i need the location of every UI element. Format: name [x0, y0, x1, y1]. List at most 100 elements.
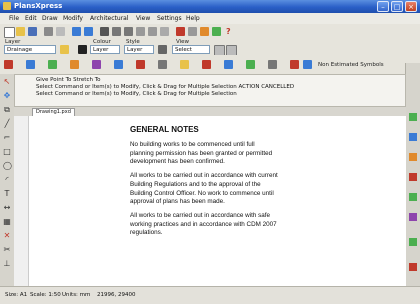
snap-toolbar: Non Estimated Symbols — [0, 55, 420, 75]
window-symbol-icon[interactable] — [409, 113, 417, 121]
title-bar: PlansXpress – □ × — [0, 0, 420, 13]
notes-paragraph: All works to be carried out in accordanc… — [130, 172, 278, 206]
undo-icon[interactable] — [72, 27, 81, 36]
circle-icon[interactable]: ◯ — [3, 162, 12, 170]
snap-centre-icon[interactable] — [70, 60, 79, 69]
snap-endpoint-icon[interactable] — [4, 60, 13, 69]
draw-toolbar: ↖ ✥ ⧉ ╱ ⌐ □ ◯ ◜ T ↔ ▦ ✕ ✂ ⊥ — [0, 74, 15, 286]
wall-symbol-icon[interactable] — [409, 153, 417, 161]
menu-view[interactable]: View — [136, 15, 150, 22]
zoom-in-icon[interactable] — [112, 27, 121, 36]
roof-symbol-icon[interactable] — [409, 193, 417, 201]
window-title: PlansXpress — [14, 2, 63, 10]
rectangle-icon[interactable]: □ — [3, 148, 11, 156]
notes-paragraph: All works to be carried out in accordanc… — [130, 211, 277, 237]
properties-icon[interactable] — [200, 27, 209, 36]
menu-file[interactable]: File — [9, 15, 19, 22]
stretch-icon[interactable]: ↖ — [3, 78, 11, 86]
drainage-symbol-icon[interactable] — [409, 213, 417, 221]
app-window: PlansXpress – □ × File Edit Draw Modify … — [0, 0, 420, 304]
arc-icon[interactable]: ◜ — [3, 176, 11, 184]
measure-icon[interactable]: ⊥ — [3, 260, 11, 268]
colour-swatch-icon[interactable] — [78, 45, 87, 54]
snap-extension-icon[interactable] — [246, 60, 255, 69]
redo-icon[interactable] — [84, 27, 93, 36]
move-icon[interactable]: ✥ — [3, 92, 11, 100]
zoom-previous-icon[interactable] — [160, 27, 169, 36]
status-scale: Scale: 1:50 — [30, 292, 61, 298]
new-file-icon[interactable] — [4, 27, 15, 38]
settings-icon[interactable] — [212, 27, 221, 36]
help-icon[interactable]: ? — [226, 27, 235, 36]
zoom-window-icon[interactable] — [136, 27, 145, 36]
text-icon[interactable]: T — [3, 190, 11, 198]
minimize-button[interactable]: – — [377, 1, 389, 12]
general-notes-block: GENERAL NOTES No building works to be co… — [130, 125, 280, 243]
snap-quadrant-icon[interactable] — [180, 60, 189, 69]
view-select[interactable]: Select View... — [172, 45, 210, 61]
stair-symbol-icon[interactable] — [409, 173, 417, 181]
zoom-extents-icon[interactable] — [148, 27, 157, 36]
status-bar: Size: A1 Scale: 1:50 Units: mm 21996, 29… — [0, 286, 420, 304]
snap-tangent-icon[interactable] — [114, 60, 123, 69]
colour-select[interactable]: Layer — [90, 45, 120, 54]
polyline-icon[interactable]: ⌐ — [3, 134, 11, 142]
pan-icon[interactable] — [100, 27, 109, 36]
open-folder-icon[interactable] — [16, 27, 25, 36]
standard-toolbar: ? — [0, 24, 420, 39]
dimension-icon[interactable]: ↔ — [3, 204, 11, 212]
snap-insert-icon[interactable] — [224, 60, 233, 69]
snap-intersection-icon[interactable] — [48, 60, 57, 69]
snap-perpendicular-icon[interactable] — [92, 60, 101, 69]
trim-icon[interactable]: ✂ — [3, 246, 11, 254]
notes-paragraph: No building works to be commenced until … — [130, 141, 273, 166]
menu-architectural[interactable]: Architectural — [90, 15, 129, 22]
snap-settings-icon[interactable] — [303, 60, 312, 69]
snap-midpoint-icon[interactable] — [26, 60, 35, 69]
command-line-3: Select Command or Item(s) to Modify, Cli… — [36, 91, 237, 97]
close-button[interactable]: × — [405, 1, 417, 12]
snap-node-icon[interactable] — [202, 60, 211, 69]
vertical-ruler — [14, 116, 29, 286]
menu-edit[interactable]: Edit — [25, 15, 37, 22]
copy-icon[interactable]: ⧉ — [3, 106, 11, 114]
layer-select[interactable]: Drainage — [4, 45, 56, 54]
document-tabs: Drawing1.pxd — [14, 107, 406, 117]
style-select[interactable]: Layer — [124, 45, 154, 54]
erase-icon[interactable]: ✕ — [3, 232, 11, 240]
menu-help[interactable]: Help — [186, 15, 200, 22]
delete-icon[interactable] — [176, 27, 185, 36]
snap-parallel-icon[interactable] — [268, 60, 277, 69]
menu-bar: File Edit Draw Modify Architectural View… — [0, 13, 420, 24]
maximize-button[interactable]: □ — [391, 1, 403, 12]
command-line-2: Select Command or Item(s) to Modify, Cli… — [36, 84, 295, 90]
electrical-symbol-icon[interactable] — [409, 238, 417, 246]
layer-manager-icon[interactable] — [60, 45, 69, 54]
line-icon[interactable]: ╱ — [3, 120, 11, 128]
hatch-icon[interactable]: ▦ — [3, 218, 11, 226]
layer-toolbar: Layer Drainage Colour Layer Style Layer … — [0, 38, 420, 61]
command-line-1: Give Point To Stretch To — [36, 77, 101, 83]
command-history: Give Point To Stretch To Select Command … — [14, 74, 406, 107]
line-weight-icon[interactable] — [158, 45, 167, 54]
symbols-toolbar — [405, 63, 420, 286]
zoom-out-icon[interactable] — [124, 27, 133, 36]
furniture-symbol-icon[interactable] — [409, 263, 417, 271]
save-icon[interactable] — [28, 27, 37, 36]
snap-nearest-icon[interactable] — [136, 60, 145, 69]
app-icon — [3, 2, 11, 10]
status-size: Size: A1 — [5, 292, 28, 298]
snap-grid-icon[interactable] — [158, 60, 167, 69]
status-coordinates: 21996, 29400 — [97, 292, 136, 298]
snap-mode-label[interactable]: Non Estimated Symbols — [318, 62, 384, 68]
notes-heading: GENERAL NOTES — [130, 125, 199, 134]
door-symbol-icon[interactable] — [409, 133, 417, 141]
status-units: Units: mm — [62, 292, 91, 298]
print-preview-icon[interactable] — [56, 27, 65, 36]
menu-settings[interactable]: Settings — [157, 15, 182, 22]
menu-modify[interactable]: Modify — [63, 15, 83, 22]
menu-draw[interactable]: Draw — [42, 15, 58, 22]
refresh-icon[interactable] — [188, 27, 197, 36]
snap-off-icon[interactable] — [290, 60, 299, 69]
print-icon[interactable] — [44, 27, 53, 36]
